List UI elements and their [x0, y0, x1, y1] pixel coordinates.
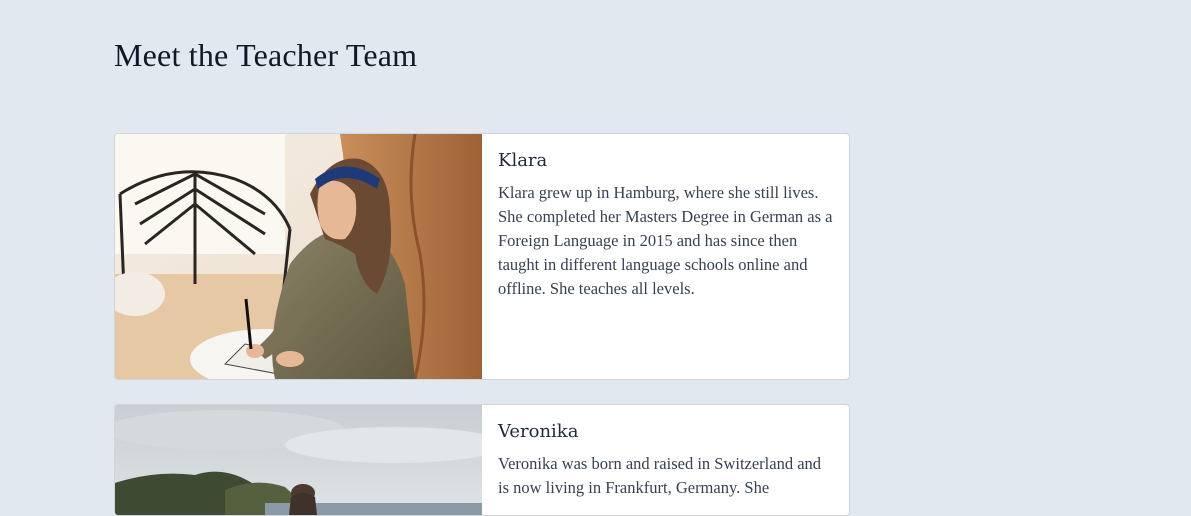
teacher-photo-illustration — [115, 134, 482, 379]
page-title: Meet the Teacher Team — [114, 37, 418, 73]
teacher-card: Klara Klara grew up in Hamburg, where sh… — [114, 133, 850, 380]
teacher-photo — [115, 134, 482, 379]
teacher-bio: Veronika was born and raised in Switzerl… — [498, 454, 822, 497]
page: Meet the Teacher Team Klara Klara grew u… — [0, 0, 1191, 516]
teacher-photo — [115, 405, 482, 515]
teacher-card-body: Klara Klara grew up in Hamburg, where sh… — [482, 134, 849, 379]
teacher-name: Veronika — [498, 421, 579, 442]
teacher-name: Klara — [498, 150, 548, 171]
teacher-card: Veronika Veronika was born and raised in… — [114, 404, 850, 516]
teacher-card-body: Veronika Veronika was born and raised in… — [482, 405, 849, 515]
teacher-photo-illustration — [115, 405, 482, 515]
teacher-bio: Klara grew up in Hamburg, where she stil… — [498, 183, 833, 298]
